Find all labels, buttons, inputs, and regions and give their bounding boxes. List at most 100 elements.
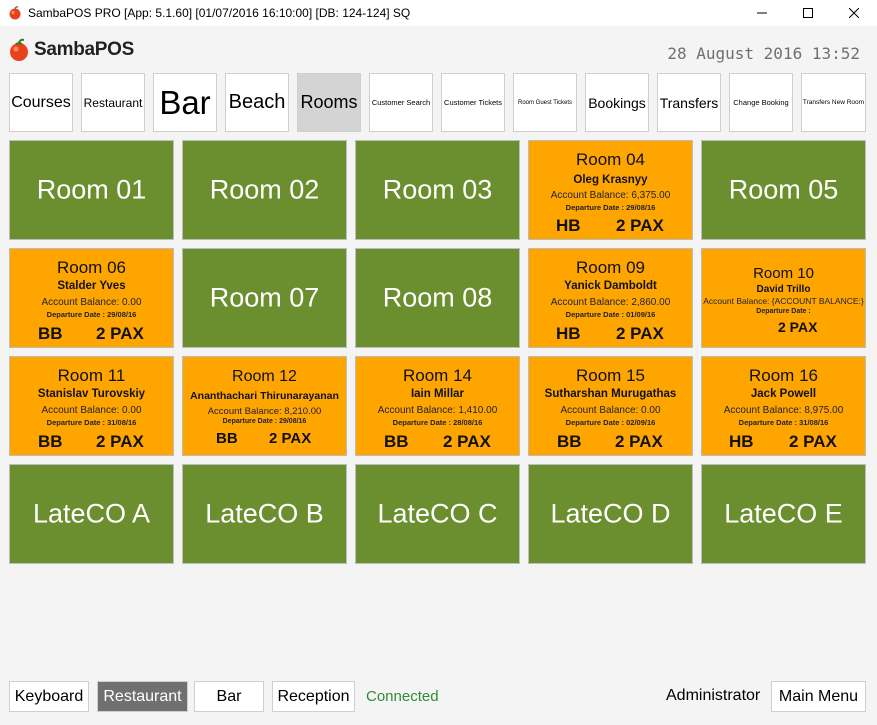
guest-name: Iain Millar <box>410 388 465 400</box>
connection-status: Connected <box>366 688 439 705</box>
departure-date: Departure Date : 29/08/16 <box>222 418 307 425</box>
room-tile-room-01[interactable]: Room 01 <box>9 140 174 240</box>
room-tile-room-09[interactable]: Room 09 Yanick Damboldt Account Balance:… <box>528 248 693 348</box>
room-name: Room 04 <box>576 150 645 169</box>
room-tile-room-12[interactable]: Room 12 Ananthachari Thirunarayanan Acco… <box>182 356 347 456</box>
pax-count: 2 PAX <box>96 432 144 451</box>
board-type: BB <box>216 430 238 447</box>
category-transfers-new-room[interactable]: Transfers New Room <box>801 73 866 132</box>
room-tile-lateco-b[interactable]: LateCO B <box>182 464 347 564</box>
room-name: Room 08 <box>382 282 493 313</box>
pax-count: 2 PAX <box>615 432 663 451</box>
category-rooms[interactable]: Rooms <box>297 73 361 132</box>
room-tile-room-07[interactable]: Room 07 <box>182 248 347 348</box>
sambapos-logo: SambaPOS <box>8 38 134 62</box>
board-type: HB <box>729 432 754 451</box>
reception-button[interactable]: Reception <box>272 681 355 712</box>
guest-name: Stanislav Turovskiy <box>37 388 146 400</box>
room-tile-room-02[interactable]: Room 02 <box>182 140 347 240</box>
category-customer-search[interactable]: Customer Search <box>369 73 433 132</box>
guest-name: Jack Powell <box>750 388 817 400</box>
room-name: LateCO C <box>377 498 498 529</box>
room-name: LateCO D <box>550 498 671 529</box>
category-beach[interactable]: Beach <box>225 73 289 132</box>
room-name: Room 06 <box>57 258 126 277</box>
room-name: Room 02 <box>209 174 320 205</box>
room-tile-room-14[interactable]: Room 14 Iain Millar Account Balance: 1,4… <box>355 356 520 456</box>
account-balance: Account Balance: 6,375.00 <box>550 190 671 201</box>
category-transfers[interactable]: Transfers <box>657 73 721 132</box>
board-type: BB <box>557 432 582 451</box>
room-name: LateCO A <box>32 498 151 529</box>
room-tile-room-11[interactable]: Room 11 Stanislav Turovskiy Account Bala… <box>9 356 174 456</box>
account-balance: Account Balance: 0.00 <box>41 405 142 416</box>
room-name: Room 09 <box>576 258 645 277</box>
board-type: BB <box>38 324 63 343</box>
pax-count: 2 PAX <box>616 324 664 343</box>
departure-date: Departure Date : 28/08/16 <box>392 418 483 427</box>
room-name: Room 05 <box>728 174 839 205</box>
account-balance: Account Balance: 8,975.00 <box>723 405 844 416</box>
room-tile-room-03[interactable]: Room 03 <box>355 140 520 240</box>
room-name: LateCO E <box>724 498 843 529</box>
account-balance: Account Balance: 1,410.00 <box>377 405 498 416</box>
room-tile-room-05[interactable]: Room 05 <box>701 140 866 240</box>
room-tile-lateco-d[interactable]: LateCO D <box>528 464 693 564</box>
bar-button[interactable]: Bar <box>194 681 264 712</box>
maximize-button[interactable] <box>785 0 831 26</box>
room-tile-lateco-e[interactable]: LateCO E <box>701 464 866 564</box>
current-user: Administrator <box>666 687 761 704</box>
category-change-booking[interactable]: Change Booking <box>729 73 793 132</box>
pax-count: 2 PAX <box>616 216 664 235</box>
departure-date: Departure Date : 31/08/16 <box>738 418 829 427</box>
main-menu-button[interactable]: Main Menu <box>771 681 866 712</box>
account-balance: Account Balance: 2,860.00 <box>550 297 671 308</box>
sambapos-app-icon <box>9 6 21 20</box>
board-type: BB <box>38 432 63 451</box>
category-restaurant[interactable]: Restaurant <box>81 73 145 132</box>
board-type: HB <box>556 324 581 343</box>
close-button[interactable] <box>831 0 877 26</box>
account-balance: Account Balance: 0.00 <box>560 405 661 416</box>
account-balance: Account Balance: 8,210.00 <box>207 406 322 417</box>
restaurant-button[interactable]: Restaurant <box>97 681 188 712</box>
category-room-guest-tickets[interactable]: Room Guest Tickets <box>513 73 577 132</box>
maximize-icon <box>803 8 813 18</box>
category-customer-tickets[interactable]: Customer Tickets <box>441 73 505 132</box>
room-tile-lateco-a[interactable]: LateCO A <box>9 464 174 564</box>
guest-name: Oleg Krasnyy <box>573 174 648 186</box>
category-bookings[interactable]: Bookings <box>585 73 649 132</box>
room-tile-room-10[interactable]: Room 10 David Trillo Account Balance: {A… <box>701 248 866 348</box>
room-name: Room 12 <box>232 368 297 385</box>
room-name: Room 07 <box>209 282 320 313</box>
minimize-icon <box>757 12 767 14</box>
room-tile-lateco-c[interactable]: LateCO C <box>355 464 520 564</box>
date-time-display: 28 August 2016 13:52 <box>667 44 860 63</box>
departure-date: Departure Date : <box>756 308 811 315</box>
category-bar[interactable]: Bar <box>153 73 217 132</box>
pax-count: 2 PAX <box>778 319 818 335</box>
logo-text: SambaPOS <box>34 39 135 60</box>
account-balance: Account Balance: 0.00 <box>41 297 142 308</box>
departure-date: Departure Date : 02/09/16 <box>565 418 656 427</box>
guest-name: Yanick Damboldt <box>564 280 657 292</box>
room-tile-room-06[interactable]: Room 06 Stalder Yves Account Balance: 0.… <box>9 248 174 348</box>
room-tile-room-08[interactable]: Room 08 <box>355 248 520 348</box>
pax-count: 2 PAX <box>443 432 491 451</box>
room-name: Room 14 <box>403 366 472 385</box>
account-balance: Account Balance: {ACCOUNT BALANCE:} <box>703 296 864 306</box>
guest-name: David Trillo <box>756 284 811 295</box>
keyboard-button[interactable]: Keyboard <box>9 681 89 712</box>
category-courses[interactable]: Courses <box>9 73 73 132</box>
room-tile-room-16[interactable]: Room 16 Jack Powell Account Balance: 8,9… <box>701 356 866 456</box>
room-tile-room-15[interactable]: Room 15 Sutharshan Murugathas Account Ba… <box>528 356 693 456</box>
room-name: Room 03 <box>382 174 493 205</box>
room-name: Room 16 <box>749 366 818 385</box>
room-name: Room 15 <box>576 366 645 385</box>
room-name: Room 10 <box>753 265 814 282</box>
departure-date: Departure Date : 29/08/16 <box>46 310 137 319</box>
guest-name: Sutharshan Murugathas <box>544 388 677 400</box>
room-tile-room-04[interactable]: Room 04 Oleg Krasnyy Account Balance: 6,… <box>528 140 693 240</box>
departure-date: Departure Date : 01/09/16 <box>565 310 656 319</box>
minimize-button[interactable] <box>739 0 785 26</box>
